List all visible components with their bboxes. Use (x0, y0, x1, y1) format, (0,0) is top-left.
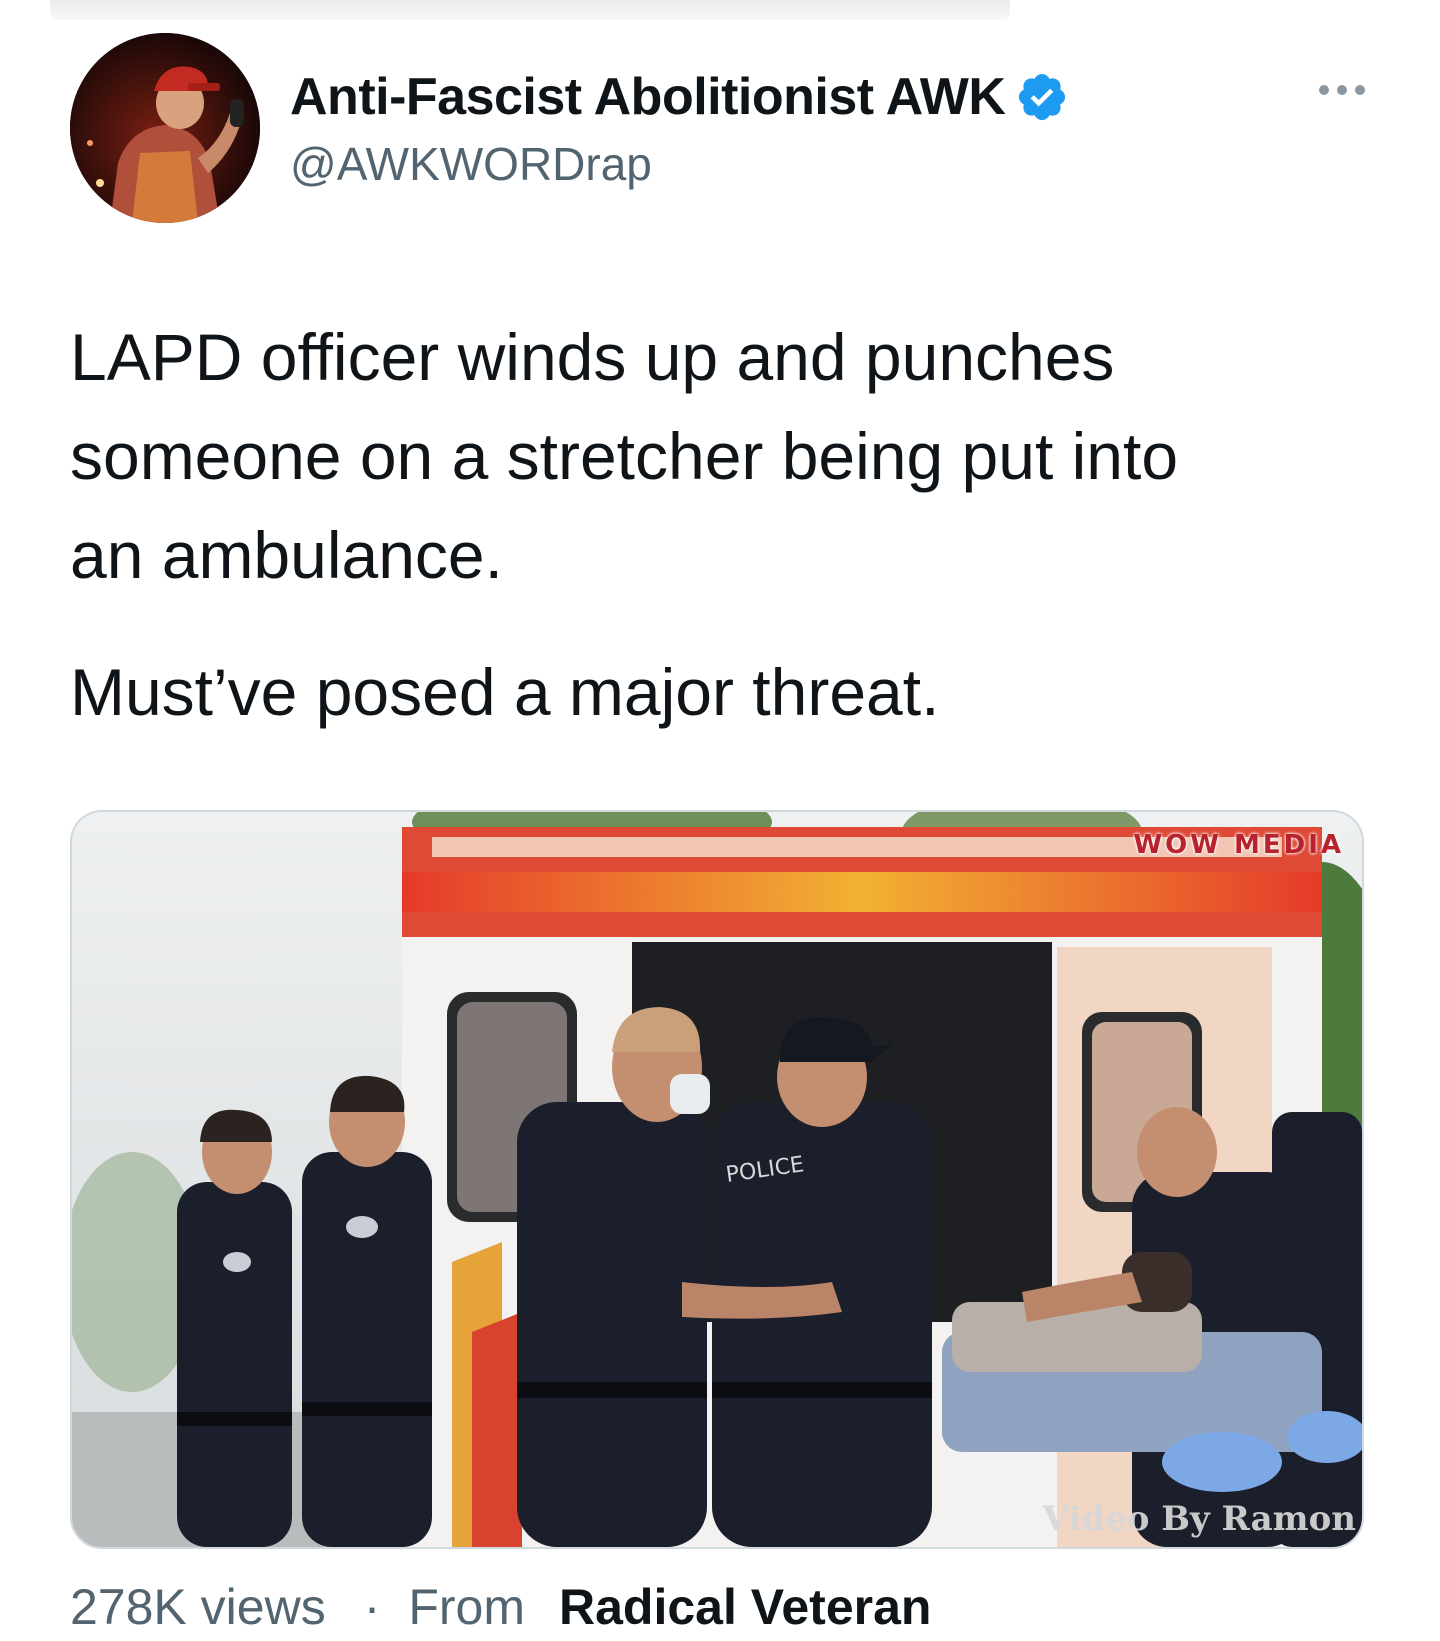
tweet-footer: 278K views · From Radical Veteran (70, 1578, 931, 1636)
view-count: 278K views (70, 1579, 326, 1635)
tweet-paragraph-1: LAPD officer winds up and punches someon… (70, 308, 1400, 605)
video-watermark-bottom: Video By Ramon (1042, 1499, 1356, 1539)
video-watermark-top: WOW MEDIA (1133, 830, 1344, 860)
author-handle[interactable]: @AWKWORDrap (290, 137, 652, 191)
more-options-button[interactable] (1302, 72, 1382, 112)
video-frame: POLICE (72, 812, 1362, 1547)
author-display-name[interactable]: Anti-Fascist Abolitionist AWK (290, 67, 1006, 127)
tweet-paragraph-2: Must’ve posed a major threat. (70, 655, 940, 729)
from-label: From (408, 1579, 526, 1635)
tweet-text: LAPD officer winds up and punches someon… (70, 308, 1400, 742)
source-account-link[interactable]: Radical Veteran (559, 1578, 931, 1636)
more-horizontal-icon (1317, 83, 1367, 102)
tweet-video[interactable]: POLICE WOW MEDIA Video By Ramon (70, 810, 1364, 1549)
tweet-line: someone on a stretcher being put into (70, 419, 1179, 493)
top-strip (50, 0, 1010, 20)
author-name-row[interactable]: Anti-Fascist Abolitionist AWK (290, 62, 1069, 132)
tweet-line: LAPD officer winds up and punches (70, 320, 1115, 394)
footer-separator: · (363, 1579, 381, 1635)
tweet-line: an ambulance. (70, 518, 503, 592)
verified-badge-icon (1015, 70, 1069, 124)
avatar[interactable] (70, 33, 260, 223)
